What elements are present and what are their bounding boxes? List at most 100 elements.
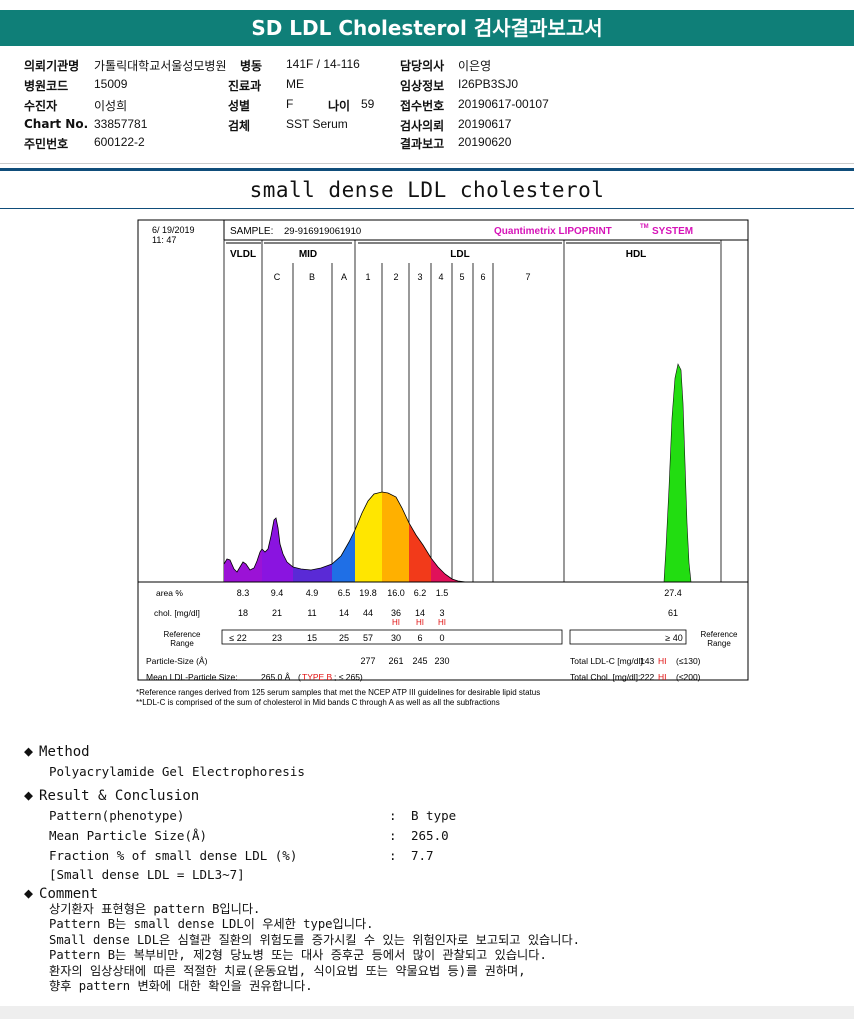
- area-value-2: 16.0: [387, 588, 405, 598]
- chol-value-vldl: 18: [238, 608, 248, 618]
- patient-name-label: 수진자: [24, 99, 58, 113]
- test-request-label: 검사의뢰: [400, 119, 445, 133]
- ward-value: 141F / 14-116: [286, 57, 360, 71]
- lipoprint-figure: 6/ 19/2019 11: 47 SAMPLE: 29-91691906191…: [136, 219, 749, 707]
- method-section: ◆ Method Polyacrylamide Gel Electrophores…: [24, 742, 305, 779]
- comment-line: Pattern B는 small dense LDL이 우세한 type입니다.: [49, 917, 374, 932]
- ref-label-right-2: Range: [707, 639, 731, 648]
- result-value-pattern: B type: [411, 808, 457, 823]
- ref-value-vldl: ≤ 22: [229, 633, 246, 643]
- resident-no-label: 주민번호: [24, 137, 69, 151]
- institution-value: 가톨릭대학교서울성모병원: [94, 59, 227, 73]
- test-request-value: 20190617: [458, 117, 512, 131]
- total-ldl-value: 143: [640, 656, 654, 666]
- mean-size-type: TYPE B: [302, 672, 333, 682]
- comment-line: 향후 pattern 변화에 대한 확인을 권유합니다.: [49, 979, 313, 994]
- area-value-vldl: 8.3: [237, 588, 250, 598]
- hi-flag-2: HI: [392, 618, 400, 627]
- method-heading: ◆ Method: [24, 742, 305, 760]
- ref-value-4: 0: [439, 633, 444, 643]
- ref-value-a: 25: [339, 633, 349, 643]
- institution-label: 의뢰기관명: [24, 59, 80, 73]
- bottom-bar: [0, 1006, 854, 1019]
- total-chol-label: Total Chol. [mg/dl]:: [570, 672, 640, 682]
- specimen-label: 검체: [228, 119, 251, 133]
- band-label-5: 5: [459, 272, 464, 282]
- chol-label: chol. [mg/dl]: [154, 608, 200, 618]
- particle-size-label: Particle-Size (Å): [146, 656, 208, 666]
- result-label-size: Mean Particle Size(Å): [49, 828, 208, 843]
- total-ldl-label: Total LDL-C [mg/dl]:: [570, 656, 645, 666]
- diamond-bullet-icon: ◆: [24, 884, 34, 902]
- band-label-b: B: [309, 272, 315, 282]
- result-label-pattern: Pattern(phenotype): [49, 808, 185, 823]
- result-heading: ◆ Result & Conclusion: [24, 786, 844, 804]
- clinical-info-value: I26PB3SJ0: [458, 77, 519, 91]
- area-value-1: 19.8: [359, 588, 377, 598]
- receipt-no-label: 접수번호: [400, 99, 445, 113]
- comment-line: Pattern B는 복부비만, 제2형 당뇨병 또는 대사 증후군 등에서 많…: [49, 948, 547, 963]
- department-label: 진료과: [228, 79, 262, 93]
- area-value-a: 6.5: [338, 588, 351, 598]
- group-label-ldl: LDL: [450, 249, 469, 260]
- total-chol-value: 222: [640, 672, 654, 682]
- specimen-value: SST Serum: [286, 117, 348, 131]
- chart-no-value: 33857781: [94, 117, 148, 131]
- group-label-hdl: HDL: [626, 249, 647, 260]
- mean-size-ref: ; ≤ 265): [334, 672, 363, 682]
- comment-section: ◆ Comment 상기환자 표현형은 pattern B입니다. Pattern…: [24, 884, 844, 994]
- comment-line: 환자의 임상상태에 따른 적절한 치료(운동요법, 식이요법 또는 약물요법 등…: [49, 963, 526, 978]
- receipt-no-value: 20190617-00107: [458, 97, 549, 111]
- sex-value: F: [286, 97, 294, 111]
- brand-tm: TM: [640, 224, 649, 230]
- resident-no-value: 600122-2: [94, 135, 145, 149]
- band-label-7: 7: [525, 272, 530, 282]
- doctor-label: 담당의사: [400, 59, 445, 73]
- method-heading-text: Method: [39, 744, 90, 760]
- chol-value-a: 14: [339, 608, 349, 618]
- sex-label: 성별: [228, 99, 251, 113]
- particle-size-3: 245: [412, 656, 427, 666]
- total-chol-flag: HI: [658, 672, 667, 682]
- brand-system: SYSTEM: [652, 226, 693, 237]
- area-value-hdl: 27.4: [664, 588, 682, 598]
- comment-heading-text: Comment: [39, 886, 99, 902]
- ref-label-right-1: Reference: [701, 630, 738, 639]
- band-label-c: C: [274, 272, 281, 282]
- chol-value-3: 14: [415, 608, 425, 618]
- hi-flag-3: HI: [416, 618, 424, 627]
- area-value-4: 1.5: [436, 588, 449, 598]
- band-label-2: 2: [393, 272, 398, 282]
- result-colon-fraction: :: [389, 848, 397, 863]
- clinical-info-label: 임상정보: [400, 79, 445, 93]
- comment-line: 상기환자 표현형은 pattern B입니다.: [49, 902, 261, 916]
- ref-value-2: 30: [391, 633, 401, 643]
- comment-heading: ◆ Comment: [24, 884, 844, 902]
- result-section: ◆ Result & Conclusion Pattern(phenotype) …: [24, 786, 844, 886]
- mean-size-value: 265.0 Å: [261, 672, 291, 682]
- divider-gray: [0, 163, 854, 164]
- band-label-4: 4: [438, 272, 443, 282]
- particle-size-4: 230: [434, 656, 449, 666]
- comment-line: Small dense LDL은 심혈관 질환의 위험도를 증가시킬 수 있는 …: [49, 932, 581, 947]
- method-text: Polyacrylamide Gel Electrophoresis: [49, 764, 305, 779]
- ref-value-1: 57: [363, 633, 373, 643]
- page-subtitle: small dense LDL cholesterol: [249, 178, 605, 202]
- band-label-1: 1: [365, 272, 370, 282]
- diamond-bullet-icon: ◆: [24, 786, 34, 804]
- chart-time: 11: 47: [152, 235, 176, 245]
- patient-name-value: 이성희: [94, 99, 128, 113]
- result-colon-size: :: [389, 828, 397, 843]
- chol-value-hdl: 61: [668, 608, 678, 618]
- result-rows: Pattern(phenotype) : B type Mean Particl…: [49, 806, 844, 886]
- chol-value-2: 36: [391, 608, 401, 618]
- mean-size-open: (: [298, 672, 301, 682]
- particle-size-1: 277: [360, 656, 375, 666]
- footnote-2: **LDL-C is comprised of the sum of chole…: [136, 698, 500, 707]
- result-value-fraction: 7.7: [411, 848, 434, 863]
- group-label-vldl: VLDL: [230, 249, 256, 260]
- area-label: area %: [156, 588, 183, 598]
- mean-size-label: Mean LDL-Particle Size:: [146, 672, 238, 682]
- divider-thick: [0, 168, 854, 171]
- hospital-code-label: 병원코드: [24, 79, 69, 93]
